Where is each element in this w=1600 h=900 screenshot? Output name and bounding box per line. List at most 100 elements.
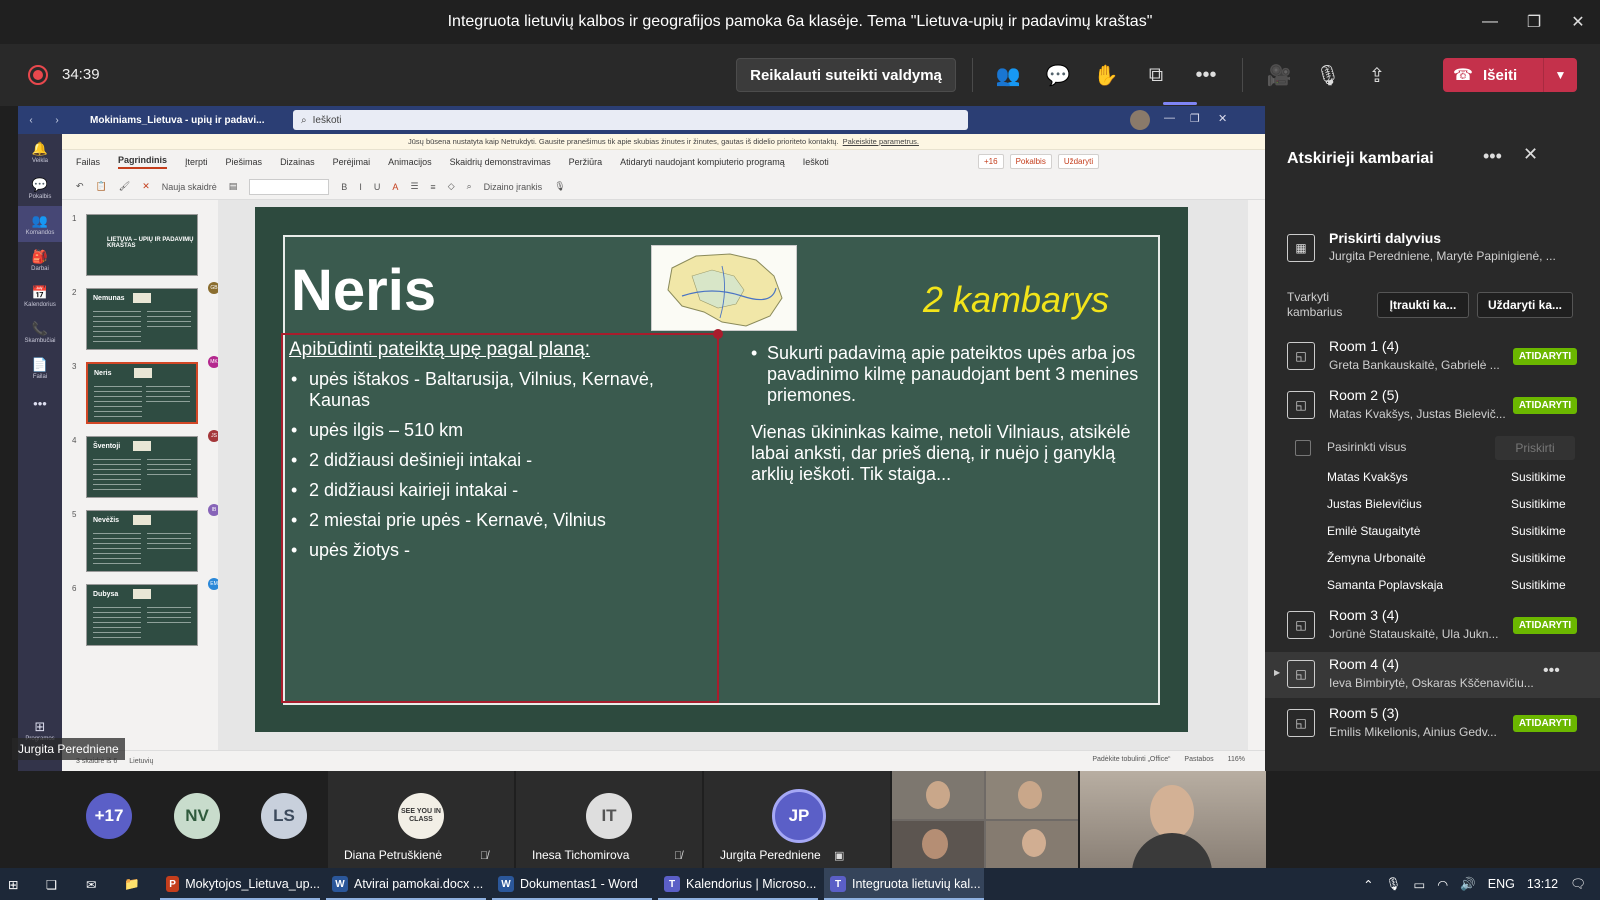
lithuania-map-image[interactable] <box>651 245 797 331</box>
file-explorer-icon[interactable]: 📁 <box>124 868 140 900</box>
room-member[interactable]: Žemyna Urbonaitė Susitikime <box>1265 545 1600 571</box>
zoom-level[interactable]: 116% <box>1228 756 1245 763</box>
font-name-select[interactable] <box>249 178 330 195</box>
user-avatar[interactable] <box>1130 110 1150 130</box>
forward-icon[interactable]: › <box>55 115 58 126</box>
language-indicator[interactable]: ENG <box>1488 877 1515 891</box>
tab-home[interactable]: Pagrindinis <box>118 155 168 169</box>
breakout-rooms-icon[interactable]: ⧉ <box>1142 61 1170 89</box>
more-actions-icon[interactable]: ••• <box>1192 61 1220 89</box>
share-screen-icon[interactable]: ⇪ <box>1363 61 1391 89</box>
taskbar-app[interactable]: W Dokumentas1 - Word <box>492 868 652 900</box>
panel-close-icon[interactable]: ✕ <box>1523 144 1538 165</box>
tab-search[interactable]: Ieškoti <box>803 157 829 167</box>
assign-participants[interactable]: ▦ Priskirti dalyvius Jurgita Peredniene,… <box>1287 230 1587 270</box>
room-item[interactable]: ◱ Room 2 (5) Matas Kvakšys, Justas Biele… <box>1265 383 1600 429</box>
room-member[interactable]: Emilė Staugaitytė Susitikime <box>1265 518 1600 544</box>
design-tool-button[interactable]: Dizaino įrankis <box>484 182 543 192</box>
room-member[interactable]: Justas Bielevičius Susitikime <box>1265 491 1600 517</box>
app-bar-item-assignments[interactable]: 🎒 Darbai <box>18 242 62 278</box>
expand-arrow-icon[interactable]: ▶ <box>1274 668 1280 677</box>
find-icon[interactable]: ⌕ <box>467 181 472 192</box>
tab-draw[interactable]: Piešimas <box>226 157 263 167</box>
new-slide-button[interactable]: Nauja skaidrė <box>162 182 217 192</box>
volume-icon[interactable]: 🔊 <box>1460 877 1476 892</box>
tab-file[interactable]: Failas <box>76 157 100 167</box>
font-color-icon[interactable]: A <box>392 182 398 192</box>
slide-thumbnail[interactable]: Nemunas <box>86 288 198 350</box>
mail-icon[interactable]: ✉ <box>86 868 96 900</box>
bold-icon[interactable]: B <box>341 182 347 192</box>
room-item-hovered[interactable]: ▶ ◱ Room 4 (4) Ieva Bimbirytė, Oskaras K… <box>1265 652 1600 698</box>
bullets-icon[interactable]: ☰ <box>410 181 418 192</box>
participant-video[interactable] <box>1080 771 1266 868</box>
participant-tile[interactable]: JP Jurgita Peredniene ▣ <box>704 771 890 868</box>
room-item[interactable]: ◱ Room 3 (4) Jorūnė Statauskaitė, Ula Ju… <box>1265 603 1600 649</box>
italic-icon[interactable]: I <box>359 182 362 192</box>
slide-title[interactable]: Neris <box>291 257 436 324</box>
app-bar-item-activity[interactable]: 🔔 Veikla <box>18 134 62 170</box>
slide[interactable]: Neris 2 kambarys Apibūdinti pateiktą upę… <box>255 207 1188 732</box>
participants-icon[interactable]: 👥 <box>994 61 1022 89</box>
room-item[interactable]: ◱ Room 5 (3) Emilis Mikelionis, Ainius G… <box>1265 701 1600 747</box>
select-all-checkbox[interactable] <box>1295 440 1311 456</box>
participant-avatar[interactable]: NV <box>174 793 220 839</box>
notification-link[interactable]: Pakeiskite parametrus. <box>843 137 919 146</box>
camera-icon[interactable]: 🎥 <box>1265 61 1293 89</box>
tab-design[interactable]: Dizainas <box>280 157 315 167</box>
app-bar-more[interactable]: ••• <box>18 386 62 422</box>
ppt-search-box[interactable]: ⌕ Ieškoti <box>293 110 968 130</box>
tab-insert[interactable]: Įterpti <box>185 157 208 167</box>
taskbar-app[interactable]: P Mokytojos_Lietuva_up... <box>160 868 320 900</box>
task-text-box[interactable]: Sukurti padavimą apie pateiktos upės arb… <box>751 343 1151 485</box>
restore-icon[interactable]: ❐ <box>1512 0 1556 44</box>
chat-button[interactable]: Pokalbis <box>1009 154 1052 169</box>
tab-open-desktop[interactable]: Atidaryti naudojant kompiuterio programą <box>620 157 785 167</box>
tab-slideshow[interactable]: Skaidrių demonstravimas <box>450 157 551 167</box>
feedback-link[interactable]: Padėkite tobulinti „Office“ <box>1092 756 1170 763</box>
room-member[interactable]: Matas Kvakšys Susitikime <box>1265 464 1600 490</box>
chevron-up-icon[interactable]: ⌃ <box>1363 877 1373 892</box>
participant-tile[interactable]: IT Inesa Tichomirova 🎙̸ <box>516 771 702 868</box>
room-item[interactable]: ◱ Room 1 (4) Greta Bankauskaitė, Gabriel… <box>1265 334 1600 380</box>
tab-animations[interactable]: Animacijos <box>388 157 432 167</box>
add-room-button[interactable]: Įtraukti ka... <box>1377 292 1469 318</box>
underline-icon[interactable]: U <box>374 182 381 192</box>
taskbar-app-active[interactable]: T Integruota lietuvių kal... <box>824 868 984 900</box>
app-bar-item-calendar[interactable]: 📅 Kalendorius <box>18 278 62 314</box>
tab-review[interactable]: Peržiūra <box>569 157 603 167</box>
room-label[interactable]: 2 kambarys <box>923 279 1109 321</box>
participant-video-grid[interactable] <box>892 771 1078 868</box>
slide-thumbnail[interactable]: Dubysa <box>86 584 198 646</box>
delete-icon[interactable]: ✕ <box>142 181 150 192</box>
notifications-icon[interactable]: 🗨 <box>1570 877 1586 892</box>
dictate-icon[interactable]: 🎙 <box>554 181 565 192</box>
room-more-icon[interactable]: ••• <box>1543 662 1560 680</box>
participant-avatar[interactable]: LS <box>261 793 307 839</box>
participant-tile[interactable]: SEE YOU IN CLASS Diana Petruškienė 🎙̸ <box>328 771 514 868</box>
restore-icon[interactable]: ❐ <box>1190 112 1200 125</box>
close-rooms-button[interactable]: Uždaryti ka... <box>1477 292 1573 318</box>
battery-icon[interactable]: ▭ <box>1413 877 1425 892</box>
format-painter-icon[interactable]: 🖌 <box>119 181 130 192</box>
app-bar-item-teams[interactable]: 👥 Komandos <box>18 206 62 242</box>
slide-thumbnail[interactable]: Nevėžis <box>86 510 198 572</box>
paste-icon[interactable]: 📋 <box>96 181 107 192</box>
app-bar-item-calls[interactable]: 📞 Skambučiai <box>18 314 62 350</box>
close-button[interactable]: Uždaryti <box>1057 154 1100 169</box>
microphone-icon[interactable]: 🎙 <box>1386 877 1402 892</box>
clock[interactable]: 13:12 <box>1527 877 1558 891</box>
leave-button[interactable]: ☎ Išeiti ▼ <box>1443 58 1577 92</box>
align-icon[interactable]: ≡ <box>430 182 435 192</box>
panel-more-icon[interactable]: ••• <box>1483 146 1502 167</box>
more-participants-button[interactable]: +17 <box>86 793 132 839</box>
microphone-icon[interactable]: 🎙 <box>1314 61 1342 89</box>
chat-icon[interactable]: 💬 <box>1044 61 1072 89</box>
wifi-icon[interactable]: ◠ <box>1437 877 1448 892</box>
taskbar-app[interactable]: W Atvirai pamokai.docx ... <box>326 868 486 900</box>
request-control-button[interactable]: Reikalauti suteikti valdymą <box>736 58 956 92</box>
participants-count-badge[interactable]: +16 <box>978 154 1004 169</box>
slide-thumbnail[interactable]: LIETUVA – UPIŲ IR PADAVIMŲ KRAŠTAS <box>86 214 198 276</box>
close-icon[interactable]: ✕ <box>1218 112 1227 125</box>
slide-thumbnail[interactable]: Šventoji <box>86 436 198 498</box>
